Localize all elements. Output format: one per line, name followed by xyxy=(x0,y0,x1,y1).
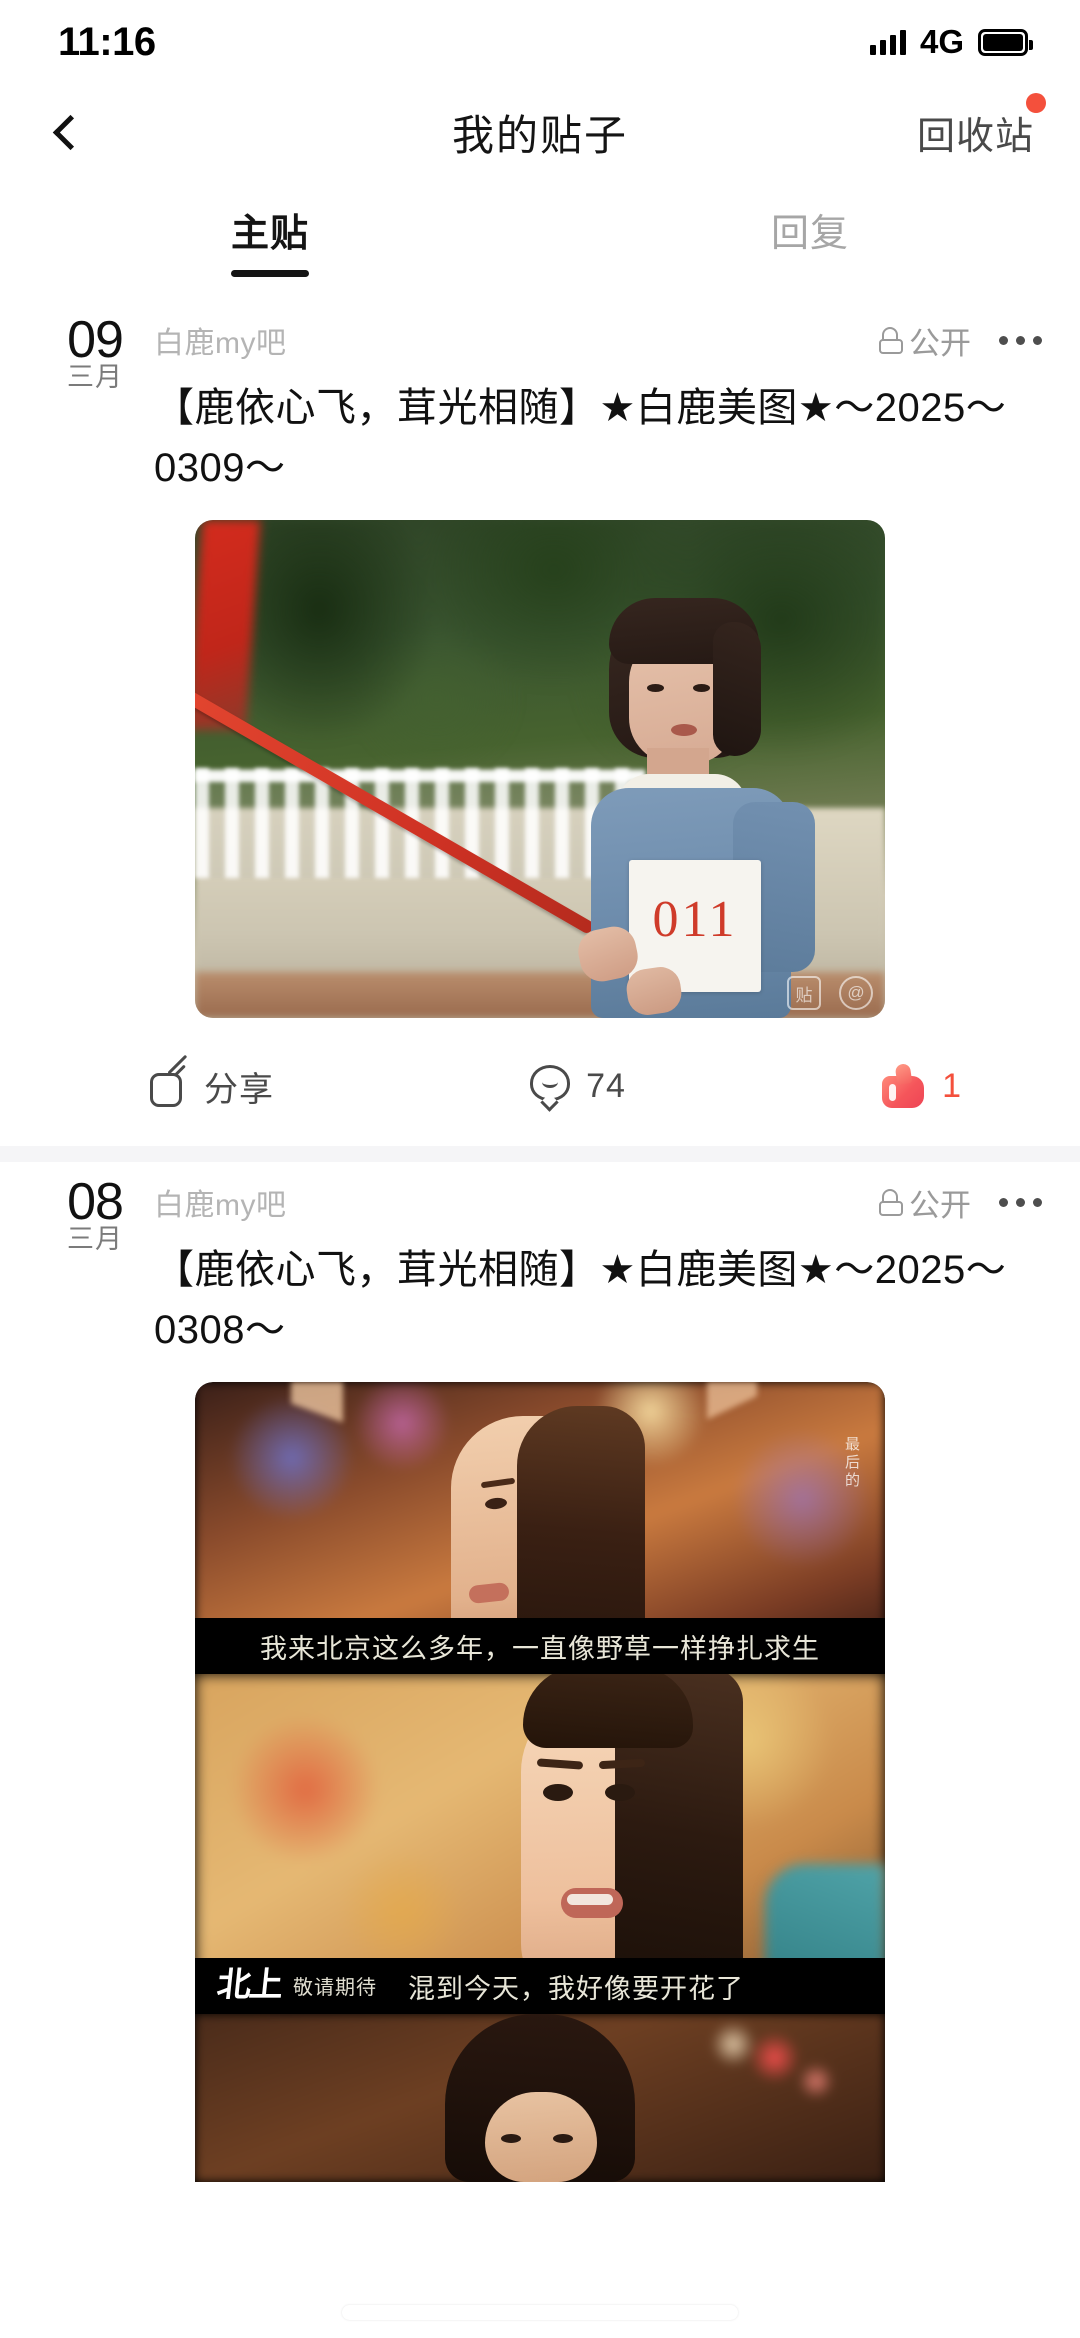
signal-bars-icon xyxy=(869,29,906,55)
post-image[interactable]: 011 贴 @ xyxy=(195,520,885,1018)
post-header: 09 白鹿my吧 公开 xyxy=(0,308,1080,372)
tab-replies-label: 回复 xyxy=(770,213,849,255)
post-image[interactable]: 最后的 我来北京这么多年，一直像野草一样挣扎求生 北上 敬请期待 混到今天，我好… xyxy=(195,1382,885,2182)
video-frame-stack: 最后的 我来北京这么多年，一直像野草一样挣扎求生 北上 敬请期待 混到今天，我好… xyxy=(195,1382,885,2182)
javelin-photo: 011 贴 @ xyxy=(195,520,885,1018)
home-indicator[interactable] xyxy=(342,2305,738,2320)
share-button[interactable]: 分享 xyxy=(150,1054,274,1111)
watermark-app-icon: 贴 xyxy=(787,976,821,1010)
app-screen: 11:16 4G 我的贴子 回收站 主贴 回复 09 白鹿my吧 公开 三月 【… xyxy=(0,0,1080,2338)
status-indicators: 4G xyxy=(869,23,1033,61)
watermark-at-icon: @ xyxy=(839,976,873,1010)
nav-header: 我的贴子 回收站 xyxy=(0,84,1080,180)
tab-active-underline xyxy=(231,270,309,277)
back-chevron-icon xyxy=(52,114,88,150)
video-frame xyxy=(195,2014,885,2182)
battery-icon xyxy=(978,28,1033,56)
show-logo: 北上 敬请期待 xyxy=(195,1967,377,2004)
status-bar: 11:16 4G xyxy=(0,0,1080,84)
post-date-month-wrap: 三月 xyxy=(36,1220,154,1258)
post-header: 08 白鹿my吧 公开 xyxy=(0,1170,1080,1234)
thumbs-up-icon xyxy=(882,1063,926,1108)
photo-bib-number: 011 xyxy=(652,891,738,948)
notification-badge-dot xyxy=(1026,92,1046,113)
post-title[interactable]: 【鹿依心飞，茸光相随】★白鹿美图★～2025～0308～ xyxy=(0,1240,1080,1360)
comment-button[interactable]: 74 xyxy=(530,1065,626,1112)
frame-side-text: 最后的 xyxy=(843,1436,860,1490)
comment-count: 74 xyxy=(586,1066,626,1105)
frame-subtitle-band: 我来北京这么多年，一直像野草一样挣扎求生 xyxy=(195,1618,885,1674)
like-count: 1 xyxy=(942,1066,962,1105)
post-header-actions: 公开 xyxy=(879,318,1046,363)
share-edit-icon xyxy=(150,1054,188,1107)
post-date-month-wrap: 三月 xyxy=(36,358,154,396)
post-privacy: 公开 xyxy=(879,318,971,363)
tab-bar: 主贴 回复 xyxy=(0,180,1080,300)
post-more-button[interactable] xyxy=(989,326,1046,355)
photo-person: 011 xyxy=(573,598,831,1018)
share-label: 分享 xyxy=(204,1070,274,1109)
post-separator xyxy=(0,1146,1080,1162)
like-button[interactable]: 1 xyxy=(882,1063,962,1108)
post-action-bar: 分享 74 1 xyxy=(0,1044,1080,1128)
tab-main-posts[interactable]: 主贴 xyxy=(0,202,540,277)
post-date-month: 三月 xyxy=(67,1224,123,1254)
post-privacy: 公开 xyxy=(879,1180,971,1225)
recycle-bin-label: 回收站 xyxy=(916,115,1034,158)
post-title[interactable]: 【鹿依心飞，茸光相随】★白鹿美图★～2025～0309～ xyxy=(0,378,1080,498)
post-forum-name[interactable]: 白鹿my吧 xyxy=(154,318,287,362)
post-privacy-label: 公开 xyxy=(909,325,971,361)
recycle-bin-button[interactable]: 回收站 xyxy=(916,92,1046,160)
unlock-icon xyxy=(879,326,903,354)
comment-bubble-icon xyxy=(530,1065,571,1112)
post-item[interactable]: 09 白鹿my吧 公开 三月 【鹿依心飞，茸光相随】★白鹿美图★～2025～03… xyxy=(0,300,1080,1128)
back-button[interactable] xyxy=(34,99,100,165)
post-date-month: 三月 xyxy=(67,362,123,392)
show-logo-mark: 北上 xyxy=(215,1967,283,2004)
status-time: 11:16 xyxy=(58,19,156,64)
post-item[interactable]: 08 白鹿my吧 公开 三月 【鹿依心飞，茸光相随】★白鹿美图★～2025～03… xyxy=(0,1162,1080,2182)
frame-subtitle: 我来北京这么多年，一直像野草一样挣扎求生 xyxy=(260,1633,820,1664)
video-frame: 最后的 我来北京这么多年，一直像野草一样挣扎求生 xyxy=(195,1382,885,1674)
video-frame: 北上 敬请期待 混到今天，我好像要开花了 xyxy=(195,1674,885,2014)
more-dots-icon xyxy=(999,335,1008,345)
post-more-button[interactable] xyxy=(989,1188,1046,1217)
post-privacy-label: 公开 xyxy=(909,1187,971,1223)
show-logo-subtitle: 敬请期待 xyxy=(293,1977,377,1999)
unlock-icon xyxy=(879,1188,903,1216)
tab-replies[interactable]: 回复 xyxy=(540,202,1080,257)
frame-subtitle-band: 北上 敬请期待 混到今天，我好像要开花了 xyxy=(195,1958,885,2014)
more-dots-icon xyxy=(999,1197,1008,1207)
post-forum-name[interactable]: 白鹿my吧 xyxy=(154,1180,287,1224)
frame-subtitle: 混到今天，我好像要开花了 xyxy=(408,1973,744,2004)
tab-main-posts-label: 主贴 xyxy=(230,213,309,255)
photo-watermarks: 贴 @ xyxy=(787,976,873,1010)
network-type-label: 4G xyxy=(919,23,964,60)
post-header-actions: 公开 xyxy=(879,1180,1046,1225)
